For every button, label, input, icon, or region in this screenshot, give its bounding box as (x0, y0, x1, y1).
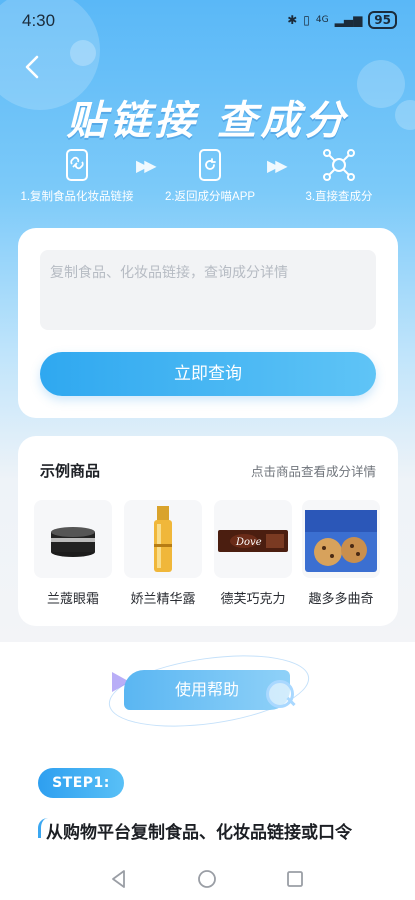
page-title: 贴链接 查成分 (66, 98, 349, 144)
link-phone-icon (60, 148, 94, 182)
magnifier-icon (266, 680, 294, 708)
product-image-eye-cream (34, 500, 112, 578)
step-instruction: 从购物平台复制食品、化妆品链接或口令 (46, 823, 352, 843)
product-image-serum (124, 500, 202, 578)
product-name: 德芙巧克力 (220, 592, 286, 607)
molecule-icon (322, 148, 356, 182)
help-button[interactable]: 使用帮助 (124, 670, 290, 710)
product-item[interactable]: 趣多多曲奇 (300, 500, 382, 607)
nav-recents-icon[interactable] (284, 868, 306, 890)
query-card: 复制食品、化妆品链接，查询成分详情 立即查询 (18, 228, 398, 418)
samples-card: 示例商品 点击商品查看成分详情 兰蔻眼霜 娇兰精华露 Dove 德芙巧克力 趣多… (18, 436, 398, 626)
step-2: 2.返回成分喵APP (141, 148, 279, 204)
samples-title: 示例商品 (40, 462, 101, 480)
return-phone-icon (193, 148, 227, 182)
system-nav-bar (0, 858, 415, 900)
link-input[interactable]: 复制食品、化妆品链接，查询成分详情 (40, 250, 376, 330)
query-button[interactable]: 立即查询 (40, 352, 376, 396)
bluetooth-icon: ✱ (287, 13, 298, 27)
step-label: 2.返回成分喵APP (164, 191, 256, 203)
product-name: 趣多多曲奇 (308, 592, 374, 607)
product-item[interactable]: 兰蔻眼霜 (32, 500, 114, 607)
product-name: 兰蔻眼霜 (46, 592, 99, 607)
decor-bubble (70, 40, 96, 66)
product-item[interactable]: 娇兰精华露 (122, 500, 204, 607)
network-label: 4G (315, 15, 329, 25)
svg-text:Dove: Dove (235, 537, 262, 548)
product-name: 娇兰精华露 (130, 592, 196, 607)
status-bar: 4:30 ✱ ▯ 4G ▂▄▆ 95 (0, 0, 415, 40)
steps-row: 1.复制食品化妆品链接 ▶▶ 2.返回成分喵APP ▶▶ 3.直接查成分 (0, 148, 415, 208)
product-image-chocolate: Dove (214, 500, 292, 578)
product-image-cookies (302, 500, 380, 578)
step-1: 1.复制食品化妆品链接 (8, 148, 146, 204)
back-button[interactable] (18, 52, 48, 82)
status-time: 4:30 (22, 11, 56, 30)
step-label: 3.直接查成分 (305, 191, 373, 203)
nav-home-icon[interactable] (196, 868, 218, 890)
signal-icon: ▂▄▆ (334, 13, 363, 27)
battery-indicator: 95 (368, 11, 397, 29)
vibrate-icon: ▯ (303, 13, 310, 27)
step-label: 1.复制食品化妆品链接 (20, 191, 134, 203)
product-item[interactable]: Dove 德芙巧克力 (212, 500, 294, 607)
status-icons: ✱ ▯ 4G ▂▄▆ 95 (287, 11, 397, 29)
step-3: 3.直接查成分 (270, 148, 408, 204)
chevron-left-icon (25, 55, 39, 79)
nav-back-icon[interactable] (108, 868, 130, 890)
step-badge: STEP1: (38, 768, 124, 798)
samples-hint: 点击商品查看成分详情 (250, 464, 376, 479)
